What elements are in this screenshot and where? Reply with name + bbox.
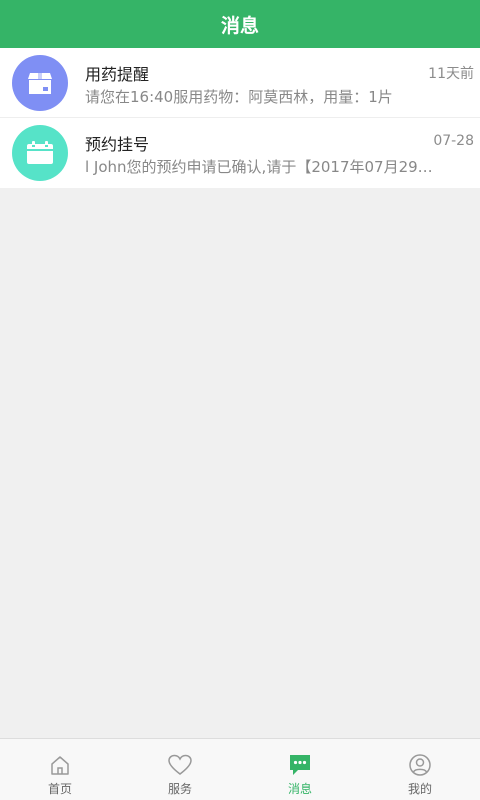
tab-label: 服务 xyxy=(167,782,192,796)
message-title: 用药提醒 xyxy=(85,65,150,84)
app-header: 消息 xyxy=(0,0,480,48)
tab-label: 首页 xyxy=(47,782,72,796)
medicine-box-icon xyxy=(12,55,68,111)
message-item-appointment[interactable]: 预约挂号 07-28 l John您的预约申请已确认,请于【2017年07月29… xyxy=(0,118,480,188)
tab-profile[interactable]: 我的 xyxy=(360,739,480,800)
message-title: 预约挂号 xyxy=(85,135,150,154)
home-icon xyxy=(47,753,73,777)
tab-label: 消息 xyxy=(287,782,312,796)
message-preview: l John您的预约申请已确认,请于【2017年07月29日… xyxy=(85,158,447,176)
chat-bubble-icon xyxy=(287,753,313,777)
bottom-tab-bar: 首页 服务 消息 我的 xyxy=(0,738,480,800)
message-time: 11天前 xyxy=(428,66,474,82)
message-list: 用药提醒 11天前 请您在16:40服用药物：阿莫西林，用量：1片 预约挂号 0… xyxy=(0,48,480,188)
tab-services[interactable]: 服务 xyxy=(120,739,240,800)
user-icon xyxy=(407,753,433,777)
message-time: 07-28 xyxy=(433,133,474,149)
message-preview: 请您在16:40服用药物：阿莫西林，用量：1片 xyxy=(85,88,393,106)
tab-messages[interactable]: 消息 xyxy=(240,739,360,800)
heart-icon xyxy=(167,753,193,777)
calendar-icon xyxy=(12,125,68,181)
tab-label: 我的 xyxy=(407,782,432,796)
tab-home[interactable]: 首页 xyxy=(0,739,120,800)
page-title: 消息 xyxy=(220,14,259,37)
message-item-medication-reminder[interactable]: 用药提醒 11天前 请您在16:40服用药物：阿莫西林，用量：1片 xyxy=(0,48,480,118)
